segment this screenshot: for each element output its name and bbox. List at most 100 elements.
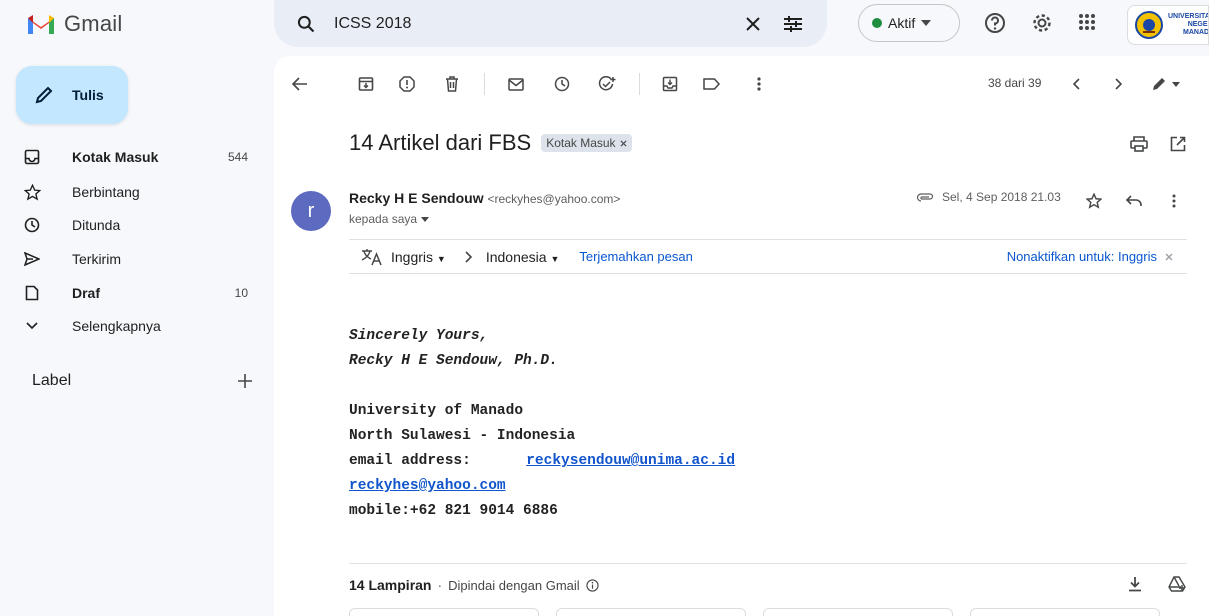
info-icon[interactable]: [586, 578, 599, 592]
caret-down-icon: [921, 20, 932, 26]
back-arrow-icon[interactable]: [284, 68, 316, 100]
unread-count: 544: [227, 150, 248, 164]
message-more-options-icon[interactable]: [1172, 194, 1176, 208]
sidebar-item-more[interactable]: Selengkapnya: [16, 310, 264, 342]
target-language-select[interactable]: Indonesia ▼: [486, 249, 560, 265]
input-tools-icon[interactable]: [1144, 68, 1188, 100]
print-icon[interactable]: [1130, 136, 1148, 152]
settings-icon[interactable]: [1031, 12, 1053, 34]
chevron-down-icon: [20, 322, 44, 330]
search-options-icon[interactable]: [783, 14, 803, 34]
sender-name[interactable]: Recky H E Sendouw: [349, 190, 484, 206]
more-options-icon[interactable]: [743, 68, 775, 100]
pagination-count: 38 dari 39: [988, 76, 1042, 90]
attachment-card[interactable]: [763, 608, 953, 616]
attachment-card[interactable]: [970, 608, 1160, 616]
signature-organization: University of Manado: [349, 403, 524, 419]
toolbar-divider: [484, 73, 485, 95]
apps-grid-icon[interactable]: [1078, 13, 1096, 31]
translate-bar: Inggris ▼ Indonesia ▼ Terjemahkan pesan …: [349, 239, 1187, 274]
signature-mobile: mobile:+62 821 9014 6886: [349, 503, 558, 519]
attachment-count: 14 Lampiran: [349, 577, 432, 593]
add-to-tasks-icon[interactable]: [591, 68, 623, 100]
attachment-card[interactable]: [556, 608, 746, 616]
reply-icon[interactable]: [1126, 195, 1142, 207]
sidebar-item-drafts[interactable]: Draf 10: [16, 277, 264, 309]
recipient-details[interactable]: kepada saya: [349, 212, 430, 226]
closing-line: Sincerely Yours,: [349, 328, 489, 344]
organization-logo[interactable]: UNIVERSITAS NEGERI MANADO: [1127, 5, 1209, 45]
search-bar[interactable]: ICSS 2018: [274, 0, 827, 47]
disable-translation-link[interactable]: Nonaktifkan untuk: Inggris: [1007, 249, 1157, 264]
translate-icon: [361, 248, 383, 266]
draft-icon: [20, 285, 44, 301]
sender-email: <reckyhes@yahoo.com>: [487, 192, 621, 206]
star-icon: [20, 183, 44, 201]
email-link-yahoo[interactable]: reckyhes@yahoo.com: [349, 478, 506, 494]
move-to-icon[interactable]: [654, 68, 686, 100]
close-translate-icon[interactable]: [1165, 253, 1173, 261]
archive-icon[interactable]: [350, 68, 382, 100]
app-name: Gmail: [64, 11, 123, 36]
sidebar-item-label: Terkirim: [72, 251, 121, 267]
email-link-unima[interactable]: reckysendouw@unima.ac.id: [526, 453, 735, 469]
delete-icon[interactable]: [436, 68, 468, 100]
inbox-icon: [20, 149, 44, 165]
search-input[interactable]: ICSS 2018: [334, 15, 745, 33]
add-label-icon[interactable]: [238, 374, 252, 388]
label-icon[interactable]: [695, 68, 727, 100]
sidebar-item-inbox[interactable]: Kotak Masuk 544: [16, 141, 264, 173]
search-icon[interactable]: [296, 14, 316, 34]
remove-label-icon[interactable]: [620, 139, 627, 147]
attachments-divider: [349, 563, 1187, 564]
open-in-new-window-icon[interactable]: [1170, 136, 1186, 152]
save-to-drive-icon[interactable]: [1168, 576, 1186, 592]
translate-message-link[interactable]: Terjemahkan pesan: [579, 249, 692, 264]
report-spam-icon[interactable]: [391, 68, 423, 100]
label-chip[interactable]: Kotak Masuk: [541, 134, 632, 152]
older-chevron-icon[interactable]: [1102, 68, 1134, 100]
attachment-card[interactable]: [349, 608, 539, 616]
compose-label: Tulis: [72, 87, 104, 103]
sidebar-item-starred[interactable]: Berbintang: [16, 176, 264, 208]
sidebar-item-snoozed[interactable]: Ditunda: [16, 209, 264, 241]
draft-count: 10: [234, 286, 248, 300]
chip-label: Kotak Masuk: [546, 136, 616, 150]
status-dropdown[interactable]: Aktif: [858, 4, 960, 42]
star-icon[interactable]: [1086, 193, 1102, 209]
sidebar-item-sent[interactable]: Terkirim: [16, 243, 264, 275]
university-name: UNIVERSITAS NEGERI MANADO: [1168, 13, 1209, 36]
sender-line: Recky H E Sendouw <reckyhes@yahoo.com>: [349, 190, 620, 206]
help-icon[interactable]: [984, 12, 1006, 34]
attachments-header: 14 Lampiran · Dipindai dengan Gmail: [349, 577, 599, 593]
sidebar-item-label: Selengkapnya: [72, 318, 161, 334]
newer-chevron-icon[interactable]: [1061, 68, 1093, 100]
email-subject-row: 14 Artikel dari FBS Kotak Masuk: [349, 130, 632, 156]
compose-button[interactable]: Tulis: [16, 66, 128, 124]
status-dot: [872, 18, 882, 28]
email-date-row: Sel, 4 Sep 2018 21.03: [916, 190, 1061, 204]
pencil-icon: [34, 85, 54, 105]
clock-icon: [20, 217, 44, 233]
toolbar-divider: [639, 73, 640, 95]
sidebar-item-label: Berbintang: [72, 184, 140, 200]
download-all-icon[interactable]: [1128, 576, 1142, 592]
status-label: Aktif: [888, 15, 916, 31]
mark-unread-icon[interactable]: [500, 68, 532, 100]
gmail-logo[interactable]: Gmail: [26, 4, 122, 44]
sidebar-item-label: Ditunda: [72, 217, 121, 233]
email-date: Sel, 4 Sep 2018 21.03: [942, 190, 1061, 204]
scan-label: Dipindai dengan Gmail: [448, 577, 580, 593]
sidebar-item-label: Kotak Masuk: [72, 149, 159, 165]
message-body: Sincerely Yours, Recky H E Sendouw, Ph.D…: [349, 324, 735, 524]
snooze-icon[interactable]: [546, 68, 578, 100]
signature-email-line: email address: reckysendouw@unima.ac.id: [349, 449, 735, 474]
clear-search-icon[interactable]: [745, 16, 761, 32]
labels-heading: Label: [32, 372, 72, 389]
send-icon: [20, 252, 44, 266]
recipient-label: kepada saya: [349, 212, 418, 226]
sender-avatar[interactable]: r: [291, 191, 331, 231]
attachment-clip-icon: [916, 192, 934, 202]
university-emblem-icon: [1134, 10, 1164, 40]
source-language-select[interactable]: Inggris ▼: [391, 249, 446, 265]
